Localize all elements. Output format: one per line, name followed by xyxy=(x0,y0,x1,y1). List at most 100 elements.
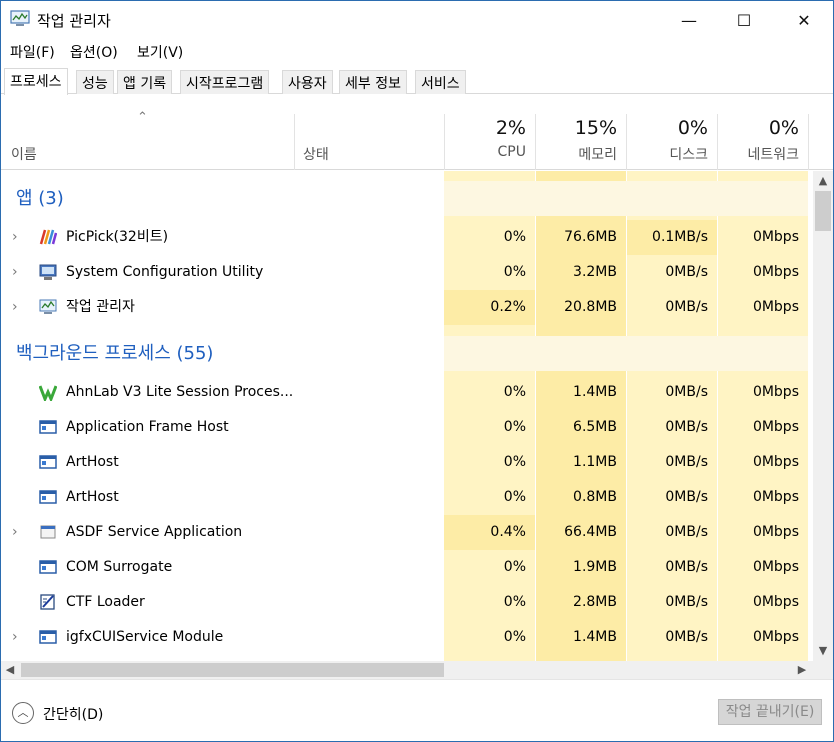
table-row[interactable]: CTF Loader 0% 2.8MB 0MB/s 0Mbps xyxy=(1,585,813,620)
memory-value: 0.8MB xyxy=(573,489,617,505)
minimize-icon: — xyxy=(681,10,697,30)
task-manager-window: 작업 관리자 — ☐ ✕ 파일(F) 옵션(O) 보기(V) 프로세스 성능 앱… xyxy=(0,0,834,742)
tab-details[interactable]: 세부 정보 xyxy=(339,70,407,94)
memory-value: 1.9MB xyxy=(573,559,617,575)
network-total-percent: 0% xyxy=(768,117,799,139)
scroll-left-icon[interactable]: ◀ xyxy=(1,661,19,679)
table-row[interactable]: › ASDF Service Application 0.4% 66.4MB 0… xyxy=(1,515,813,550)
ctf-loader-icon xyxy=(40,594,55,610)
horizontal-scroll-thumb[interactable] xyxy=(21,663,444,677)
group-header-apps[interactable]: 앱 (3) xyxy=(1,181,813,216)
expand-chevron-icon[interactable]: › xyxy=(12,515,18,550)
picpick-icon xyxy=(39,229,57,245)
minimize-button[interactable]: — xyxy=(666,1,712,39)
table-row[interactable]: Application Frame Host 0% 6.5MB 0MB/s 0M… xyxy=(1,410,813,445)
expand-chevron-icon[interactable]: › xyxy=(12,220,18,255)
vertical-scrollbar[interactable]: ▲ ▼ xyxy=(813,171,833,661)
window-app-icon xyxy=(39,455,57,469)
process-table: 앱 (3) › PicPick(32비트) 0% 76.6MB 0.1MB/s … xyxy=(1,171,813,661)
expand-chevron-icon[interactable]: › xyxy=(12,290,18,325)
expand-chevron-icon[interactable]: › xyxy=(12,620,18,655)
menu-view[interactable]: 보기(V) xyxy=(137,42,183,62)
process-name: ArtHost xyxy=(66,454,119,470)
column-disk-header[interactable]: 0% 디스크 xyxy=(627,114,717,170)
column-memory-header[interactable]: 15% 메모리 xyxy=(536,114,626,170)
tab-services[interactable]: 서비스 xyxy=(415,70,466,94)
column-name-header[interactable]: ⌃ 이름 xyxy=(1,110,294,170)
chevron-up-circle-icon[interactable]: ︿ xyxy=(12,702,34,724)
maximize-button[interactable]: ☐ xyxy=(721,1,767,39)
menu-bar: 파일(F) 옵션(O) 보기(V) xyxy=(1,39,833,63)
expand-chevron-icon[interactable]: › xyxy=(12,255,18,290)
title-bar: 작업 관리자 — ☐ ✕ xyxy=(1,1,833,39)
end-task-button[interactable]: 작업 끝내기(E) xyxy=(718,699,822,725)
disk-value: 0MB/s xyxy=(665,384,708,400)
cpu-value: 0% xyxy=(503,264,526,280)
window-app-icon xyxy=(39,420,57,434)
process-name: AhnLab V3 Lite Session Proces... xyxy=(66,384,294,400)
process-name: 작업 관리자 xyxy=(66,299,135,315)
column-network-header[interactable]: 0% 네트워크 xyxy=(718,114,808,170)
scroll-down-icon[interactable]: ▼ xyxy=(813,641,833,661)
group-header-background[interactable]: 백그라운드 프로세스 (55) xyxy=(1,336,813,371)
column-cpu-header[interactable]: 2% CPU xyxy=(445,114,535,170)
column-divider[interactable] xyxy=(808,114,809,170)
table-row[interactable]: ArtHost 0% 1.1MB 0MB/s 0Mbps xyxy=(1,445,813,480)
disk-value: 0MB/s xyxy=(665,419,708,435)
network-value: 0Mbps xyxy=(752,594,799,610)
system-config-icon xyxy=(39,264,57,280)
close-button[interactable]: ✕ xyxy=(781,1,827,39)
menu-options[interactable]: 옵션(O) xyxy=(70,42,118,62)
table-row[interactable]: › PicPick(32비트) 0% 76.6MB 0.1MB/s 0Mbps xyxy=(1,220,813,255)
disk-value: 0MB/s xyxy=(665,454,708,470)
tab-processes[interactable]: 프로세스 xyxy=(4,68,68,95)
table-row[interactable]: › System Configuration Utility 0% 3.2MB … xyxy=(1,255,813,290)
column-cpu-label: CPU xyxy=(497,144,526,160)
network-value: 0Mbps xyxy=(752,524,799,540)
window-app-icon xyxy=(39,490,57,504)
process-name: PicPick(32비트) xyxy=(66,229,169,245)
window-title: 작업 관리자 xyxy=(37,12,111,30)
table-row[interactable]: AhnLab V3 Lite Session Proces... 0% 1.4M… xyxy=(1,375,813,410)
table-row[interactable]: ArtHost 0% 0.8MB 0MB/s 0Mbps xyxy=(1,480,813,515)
tab-app-history[interactable]: 앱 기록 xyxy=(117,70,173,94)
table-row[interactable]: COM Surrogate 0% 1.9MB 0MB/s 0Mbps xyxy=(1,550,813,585)
process-name: CTF Loader xyxy=(66,594,145,610)
table-row[interactable]: › 작업 관리자 0.2% 20.8MB 0MB/s 0Mbps xyxy=(1,290,813,325)
fewer-details-link[interactable]: 간단히(D) xyxy=(43,704,103,724)
network-value: 0Mbps xyxy=(752,299,799,315)
ahnlab-v3-icon xyxy=(39,385,57,401)
column-network-label: 네트워크 xyxy=(747,147,799,163)
process-name: System Configuration Utility xyxy=(66,264,264,280)
cpu-total-percent: 2% xyxy=(495,117,526,139)
group-heat-bg xyxy=(444,181,808,216)
network-value: 0Mbps xyxy=(752,419,799,435)
group-title-background: 백그라운드 프로세스 (55) xyxy=(16,343,214,364)
memory-value: 2.8MB xyxy=(573,594,617,610)
disk-value: 0.1MB/s xyxy=(627,220,717,255)
vertical-scroll-thumb[interactable] xyxy=(815,191,831,231)
column-memory-label: 메모리 xyxy=(578,147,617,163)
horizontal-scrollbar[interactable]: ◀ ▶ xyxy=(1,661,813,679)
window-app-icon xyxy=(39,560,57,574)
column-disk-label: 디스크 xyxy=(669,147,708,163)
service-app-icon xyxy=(40,525,56,539)
network-value: 0Mbps xyxy=(752,229,799,245)
tab-startup[interactable]: 시작프로그램 xyxy=(180,70,270,94)
disk-value: 0MB/s xyxy=(665,594,708,610)
network-value: 0Mbps xyxy=(752,454,799,470)
network-value: 0Mbps xyxy=(752,559,799,575)
maximize-icon: ☐ xyxy=(736,10,752,30)
network-value: 0Mbps xyxy=(752,629,799,645)
group-heat-bg xyxy=(444,336,808,371)
tab-users[interactable]: 사용자 xyxy=(282,70,333,94)
scroll-up-icon[interactable]: ▲ xyxy=(813,171,833,191)
sort-up-icon: ⌃ xyxy=(137,110,148,125)
scroll-right-icon[interactable]: ▶ xyxy=(793,661,811,679)
table-row[interactable]: › igfxCUIService Module 0% 1.4MB 0MB/s 0… xyxy=(1,620,813,655)
cpu-value: 0% xyxy=(503,594,526,610)
tab-performance[interactable]: 성능 xyxy=(76,70,114,94)
column-status-header[interactable]: 상태 xyxy=(295,114,444,170)
network-value: 0Mbps xyxy=(752,264,799,280)
menu-file[interactable]: 파일(F) xyxy=(10,42,55,62)
